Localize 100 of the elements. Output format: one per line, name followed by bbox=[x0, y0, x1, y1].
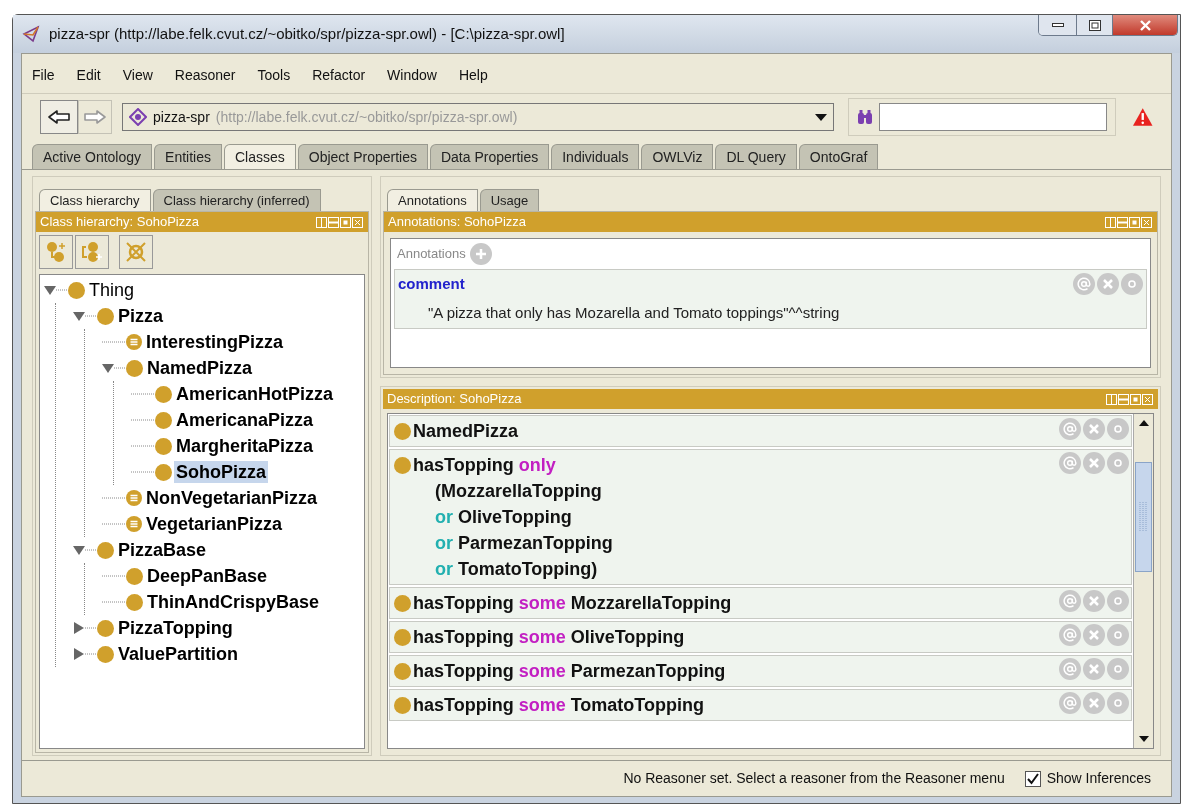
section-label: Annotations bbox=[397, 245, 466, 264]
class-tree-item[interactable]: VegetarianPizza bbox=[144, 513, 285, 535]
left-arrow-icon bbox=[48, 110, 70, 124]
edit-button[interactable] bbox=[1121, 273, 1143, 295]
back-button[interactable] bbox=[40, 100, 78, 134]
minimize-icon bbox=[1051, 23, 1064, 27]
annotate-button[interactable] bbox=[1073, 273, 1095, 295]
annotate-button[interactable] bbox=[1059, 590, 1081, 612]
edit-button[interactable] bbox=[1107, 590, 1129, 612]
status-message: No Reasoner set. Select a reasoner from the Reasoner menu bbox=[623, 769, 1005, 788]
tab[interactable]: Usage bbox=[479, 189, 540, 211]
collapsed-triangle-icon[interactable] bbox=[73, 622, 97, 634]
tab[interactable]: Data Properties bbox=[429, 144, 550, 169]
add-annotation-button[interactable] bbox=[469, 243, 492, 265]
tab[interactable]: Annotations bbox=[387, 189, 478, 211]
tab[interactable]: Object Properties bbox=[297, 144, 428, 169]
annotate-button[interactable] bbox=[1059, 658, 1081, 680]
show-inferences-checkbox[interactable] bbox=[1024, 770, 1041, 787]
class-icon bbox=[155, 437, 172, 455]
annotate-button[interactable] bbox=[1059, 452, 1081, 474]
menu-item[interactable]: View bbox=[122, 65, 153, 86]
delete-button[interactable] bbox=[1083, 658, 1105, 680]
menu-item[interactable]: Refactor bbox=[312, 65, 366, 86]
tab[interactable]: Class hierarchy bbox=[39, 189, 151, 211]
tab[interactable]: OntoGraf bbox=[798, 144, 879, 169]
class-tree-item[interactable]: MargheritaPizza bbox=[174, 435, 316, 457]
menu-item[interactable]: Help bbox=[458, 65, 488, 86]
leader-line bbox=[102, 575, 126, 577]
class-tree-item[interactable]: PizzaTopping bbox=[116, 617, 235, 639]
add-subclass-button[interactable] bbox=[39, 235, 73, 269]
menu-item[interactable]: Reasoner bbox=[174, 65, 236, 86]
delete-button[interactable] bbox=[1083, 418, 1105, 440]
scrollbar[interactable] bbox=[1133, 414, 1153, 748]
class-tree-item[interactable]: AmericanaPizza bbox=[174, 409, 316, 431]
class-expression: or OliveTopping bbox=[434, 506, 573, 529]
warning-icon[interactable] bbox=[1131, 107, 1153, 127]
delete-button[interactable] bbox=[1083, 452, 1105, 474]
class-tree-item[interactable]: SohoPizza bbox=[174, 461, 268, 483]
tab[interactable]: OWLViz bbox=[641, 144, 714, 169]
leader-line bbox=[102, 601, 126, 603]
expanded-triangle-icon[interactable] bbox=[44, 284, 68, 296]
annotate-button[interactable] bbox=[1059, 418, 1081, 440]
delete-button[interactable] bbox=[1083, 692, 1105, 714]
delete-button[interactable] bbox=[1097, 273, 1119, 295]
at-icon bbox=[1063, 628, 1077, 642]
class-icon bbox=[394, 423, 411, 440]
class-tree-item[interactable]: NamedPizza bbox=[145, 357, 255, 379]
edit-button[interactable] bbox=[1107, 452, 1129, 474]
view-controls-icon[interactable] bbox=[1105, 216, 1153, 228]
class-tree-item[interactable]: ThinAndCrispyBase bbox=[145, 591, 322, 613]
view-controls-icon[interactable] bbox=[1106, 393, 1154, 405]
menu-item[interactable]: Edit bbox=[76, 65, 101, 86]
maximize-button[interactable] bbox=[1077, 15, 1113, 35]
view-controls-icon[interactable] bbox=[316, 216, 364, 228]
search-field[interactable] bbox=[878, 103, 1107, 131]
edit-button[interactable] bbox=[1107, 658, 1129, 680]
edit-button[interactable] bbox=[1107, 624, 1129, 646]
menu-item[interactable]: Tools bbox=[257, 65, 291, 86]
menu-item[interactable]: File bbox=[32, 65, 55, 86]
expanded-triangle-icon[interactable] bbox=[102, 362, 126, 374]
class-tree-item[interactable]: DeepPanBase bbox=[145, 565, 270, 587]
class-expression: hasTopping some ParmezanTopping bbox=[413, 660, 726, 683]
delete-class-button[interactable] bbox=[119, 235, 153, 269]
class-expression: hasTopping some TomatoTopping bbox=[413, 694, 704, 717]
class-icon bbox=[126, 359, 143, 377]
tab[interactable]: Class hierarchy (inferred) bbox=[152, 189, 321, 211]
tab[interactable]: Individuals bbox=[551, 144, 640, 169]
scroll-thumb[interactable] bbox=[1135, 462, 1152, 572]
edit-button[interactable] bbox=[1107, 418, 1129, 440]
class-icon bbox=[97, 541, 114, 559]
close-icon bbox=[1088, 697, 1100, 709]
leader-line bbox=[102, 497, 126, 499]
dot-icon bbox=[1114, 597, 1122, 605]
class-tree-item[interactable]: AmericanHotPizza bbox=[174, 383, 336, 405]
tab[interactable]: Classes bbox=[224, 144, 296, 169]
edit-button[interactable] bbox=[1107, 692, 1129, 714]
expanded-triangle-icon[interactable] bbox=[73, 544, 97, 556]
delete-button[interactable] bbox=[1083, 624, 1105, 646]
annotate-button[interactable] bbox=[1059, 692, 1081, 714]
ontology-selector[interactable]: pizza-spr (http://labe.felk.cvut.cz/~obitko/spr/pizza-spr.owl) bbox=[122, 103, 834, 131]
close-button[interactable] bbox=[1113, 15, 1177, 35]
collapsed-triangle-icon[interactable] bbox=[73, 648, 97, 660]
close-icon bbox=[1088, 423, 1100, 435]
class-tree-item[interactable]: Thing bbox=[87, 279, 137, 301]
tab[interactable]: Active Ontology bbox=[32, 144, 153, 169]
delete-button[interactable] bbox=[1083, 590, 1105, 612]
add-sibling-button[interactable] bbox=[75, 235, 109, 269]
class-tree-item[interactable]: ValuePartition bbox=[116, 643, 241, 665]
menu-item[interactable]: Window bbox=[387, 65, 437, 86]
class-icon bbox=[155, 463, 172, 481]
class-tree-item[interactable]: NonVegetarianPizza bbox=[144, 487, 320, 509]
expanded-triangle-icon[interactable] bbox=[73, 310, 97, 322]
annotate-button[interactable] bbox=[1059, 624, 1081, 646]
tab[interactable]: Entities bbox=[154, 144, 222, 169]
class-tree-item[interactable]: PizzaBase bbox=[116, 539, 209, 561]
minimize-button[interactable] bbox=[1039, 15, 1077, 35]
panel-title: Description: SohoPizza bbox=[387, 390, 522, 409]
class-tree-item[interactable]: InterestingPizza bbox=[144, 331, 286, 353]
tab[interactable]: DL Query bbox=[715, 144, 797, 169]
class-tree-item[interactable]: Pizza bbox=[116, 305, 166, 327]
